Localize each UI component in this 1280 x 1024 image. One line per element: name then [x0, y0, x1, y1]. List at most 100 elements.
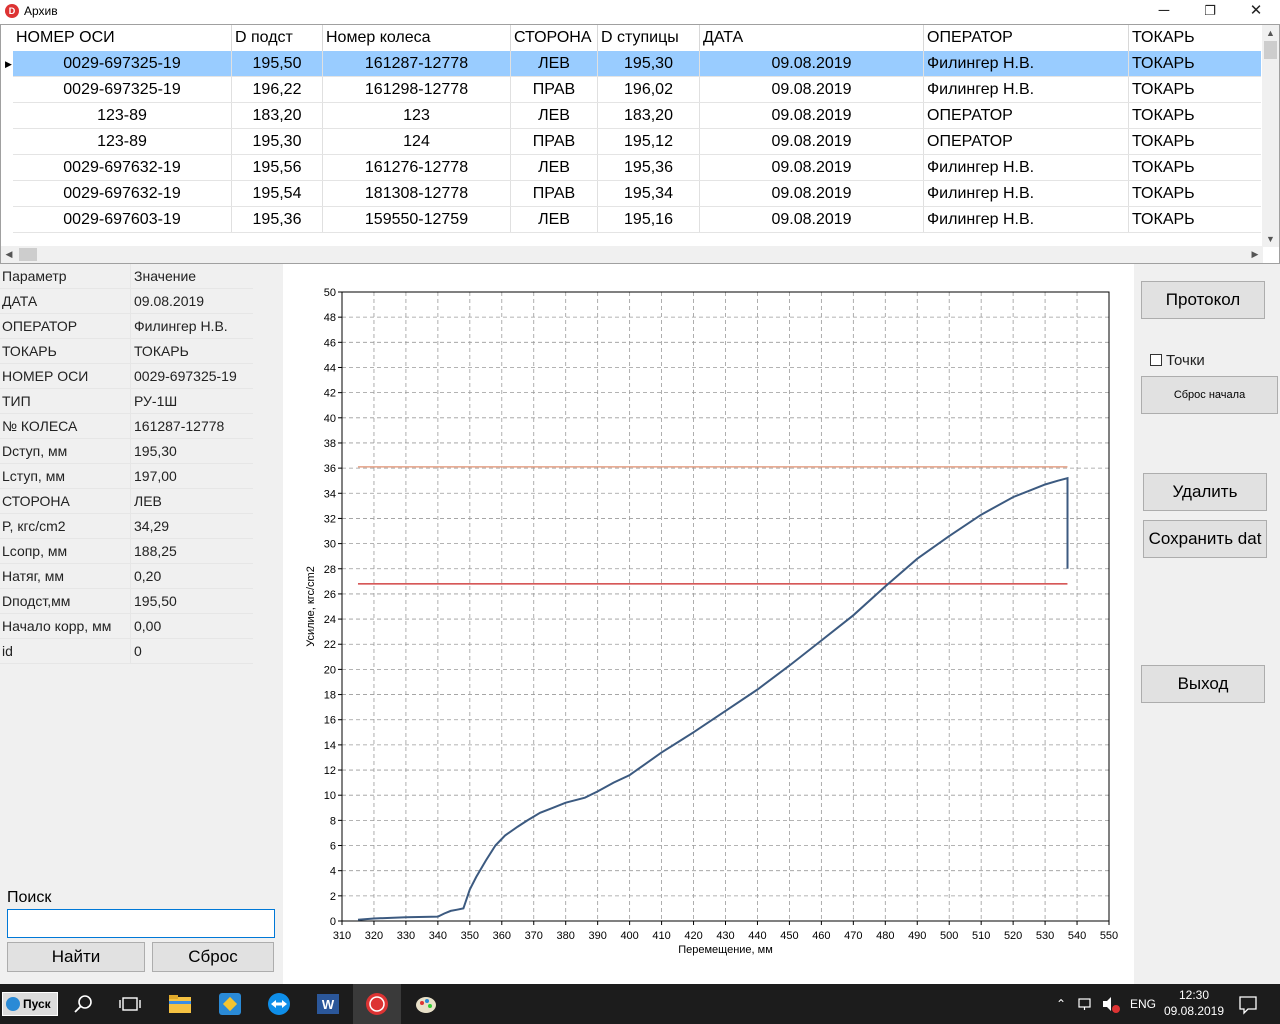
- column-header[interactable]: ДАТА: [700, 25, 924, 51]
- param-row[interactable]: Натяг, мм 0,20: [0, 564, 253, 589]
- table-row[interactable]: 0029-697632-19 195,54 181308-12778 ПРАВ 195,…: [13, 181, 1261, 207]
- table-row[interactable]: 0029-697325-19 195,50 161287-12778 ЛЕВ 195,3…: [13, 51, 1261, 77]
- param-row[interactable]: id 0: [0, 639, 253, 664]
- column-header[interactable]: D ступицы: [598, 25, 700, 51]
- table-cell: 0029-697325-19: [13, 77, 232, 102]
- param-row[interactable]: ОПЕРАТОР Филингер Н.В.: [0, 314, 253, 339]
- param-name: P, кгс/cm2: [0, 514, 131, 538]
- x-tick-label: 470: [844, 930, 862, 942]
- close-button[interactable]: ✕: [1233, 0, 1279, 24]
- search-input[interactable]: [7, 909, 275, 938]
- y-tick-label: 4: [330, 866, 336, 878]
- param-row[interactable]: Dступ, мм 195,30: [0, 439, 253, 464]
- column-header[interactable]: СТОРОНА: [511, 25, 598, 51]
- reset-start-button[interactable]: Сброс начала: [1141, 376, 1278, 414]
- param-row[interactable]: ТОКАРЬ ТОКАРЬ: [0, 339, 253, 364]
- volume-muted-icon[interactable]: [1100, 990, 1122, 1018]
- scroll-left-icon[interactable]: ◀: [1, 246, 17, 263]
- find-button[interactable]: Найти: [7, 942, 145, 972]
- y-tick-label: 12: [324, 765, 336, 777]
- table-row[interactable]: 0029-697603-19 195,36 159550-12759 ЛЕВ 195,1…: [13, 207, 1261, 233]
- vertical-scrollbar[interactable]: ▲ ▼: [1262, 25, 1279, 247]
- scroll-thumb[interactable]: [1264, 41, 1277, 59]
- tray-chevron-icon[interactable]: ⌃: [1056, 984, 1066, 1024]
- param-row[interactable]: ДАТА 09.08.2019: [0, 289, 253, 314]
- minimize-button[interactable]: ─: [1141, 0, 1187, 24]
- x-tick-label: 340: [429, 930, 447, 942]
- y-tick-label: 16: [324, 715, 336, 727]
- param-row[interactable]: Начало корр, мм 0,00: [0, 614, 253, 639]
- table-cell: Филингер Н.В.: [924, 181, 1129, 206]
- table-cell: 09.08.2019: [700, 207, 924, 232]
- protocol-button[interactable]: Протокол: [1141, 281, 1265, 319]
- column-header[interactable]: D подст: [232, 25, 323, 51]
- table-row[interactable]: 0029-697325-19 196,22 161298-12778 ПРАВ 196,…: [13, 77, 1261, 103]
- table-cell: Филингер Н.В.: [924, 207, 1129, 232]
- y-tick-label: 18: [324, 690, 336, 702]
- search-panel: Поиск Найти Сброс: [0, 880, 281, 984]
- table-cell: 123-89: [13, 103, 232, 128]
- start-button[interactable]: Пуск: [2, 992, 58, 1016]
- y-tick-label: 8: [330, 815, 336, 827]
- x-tick-label: 450: [780, 930, 798, 942]
- table-row[interactable]: 123-89 183,20 123 ЛЕВ 183,20 09.08.2019 ОПЕРАТ…: [13, 103, 1261, 129]
- param-name: ТОКАРЬ: [0, 339, 131, 363]
- table-cell: 195,50: [232, 51, 323, 76]
- table-cell: 0029-697603-19: [13, 207, 232, 232]
- param-row[interactable]: Lступ, мм 197,00: [0, 464, 253, 489]
- param-row[interactable]: СТОРОНА ЛЕВ: [0, 489, 253, 514]
- points-checkbox[interactable]: [1150, 354, 1162, 366]
- table-cell: 09.08.2019: [700, 129, 924, 154]
- save-dat-button[interactable]: Сохранить dat: [1143, 520, 1267, 558]
- horizontal-scrollbar[interactable]: ◀ ▶: [1, 246, 1263, 263]
- paint-icon[interactable]: [412, 990, 440, 1018]
- scroll-down-icon[interactable]: ▼: [1262, 231, 1279, 247]
- table-cell: 0029-697632-19: [13, 155, 232, 180]
- language-indicator[interactable]: ENG: [1130, 984, 1156, 1024]
- param-row[interactable]: P, кгс/cm2 34,29: [0, 514, 253, 539]
- param-row[interactable]: ТИП РУ-1Ш: [0, 389, 253, 414]
- table-cell: 09.08.2019: [700, 77, 924, 102]
- param-name: Dступ, мм: [0, 439, 131, 463]
- param-row[interactable]: Lсопр, мм 188,25: [0, 539, 253, 564]
- param-row[interactable]: № КОЛЕСА 161287-12778: [0, 414, 253, 439]
- column-header[interactable]: ОПЕРАТОР: [924, 25, 1129, 51]
- notifications-icon[interactable]: [1236, 990, 1260, 1018]
- param-name: Lсопр, мм: [0, 539, 131, 563]
- archive-app-icon[interactable]: [363, 990, 391, 1018]
- delete-button[interactable]: Удалить: [1143, 473, 1267, 511]
- table-cell: 195,36: [598, 155, 700, 180]
- table-cell: 161276-12778: [323, 155, 511, 180]
- scroll-right-icon[interactable]: ▶: [1247, 246, 1263, 263]
- scroll-up-icon[interactable]: ▲: [1262, 25, 1279, 41]
- word-icon[interactable]: W: [314, 990, 342, 1018]
- column-header[interactable]: Номер колеса: [323, 25, 511, 51]
- exit-button[interactable]: Выход: [1141, 665, 1265, 703]
- y-tick-label: 40: [324, 413, 336, 425]
- title-bar: D Архив ─ ❐ ✕: [0, 0, 1280, 24]
- table-row[interactable]: 123-89 195,30 124 ПРАВ 195,12 09.08.2019 ОПЕРА…: [13, 129, 1261, 155]
- param-row[interactable]: Dподст,мм 195,50: [0, 589, 253, 614]
- teamviewer-icon[interactable]: [265, 990, 293, 1018]
- table-cell: 161298-12778: [323, 77, 511, 102]
- clock[interactable]: 12:30 09.08.2019: [1160, 987, 1228, 1019]
- network-icon[interactable]: [1076, 990, 1096, 1018]
- restore-button[interactable]: ❐: [1187, 0, 1233, 24]
- file-explorer-icon[interactable]: [166, 990, 194, 1018]
- param-name: СТОРОНА: [0, 489, 131, 513]
- search-icon[interactable]: [70, 990, 98, 1018]
- task-view-icon[interactable]: [116, 990, 144, 1018]
- table-cell: 195,54: [232, 181, 323, 206]
- param-value: 161287-12778: [134, 418, 225, 434]
- column-header[interactable]: НОМЕР ОСИ: [13, 25, 232, 51]
- reset-search-button[interactable]: Сброс: [152, 942, 274, 972]
- param-value: РУ-1Ш: [134, 393, 178, 409]
- scroll-thumb[interactable]: [19, 248, 37, 261]
- param-row[interactable]: НОМЕР ОСИ 0029-697325-19: [0, 364, 253, 389]
- table-row[interactable]: 0029-697632-19 195,56 161276-12778 ЛЕВ 195,3…: [13, 155, 1261, 181]
- param-name: № КОЛЕСА: [0, 414, 131, 438]
- column-header[interactable]: ТОКАРЬ: [1129, 25, 1261, 51]
- app-blue-diamond-icon[interactable]: [216, 990, 244, 1018]
- archive-window: D Архив ─ ❐ ✕ НОМЕР ОСИ D подст Номер ко…: [0, 0, 1280, 984]
- param-value: 0: [134, 643, 142, 659]
